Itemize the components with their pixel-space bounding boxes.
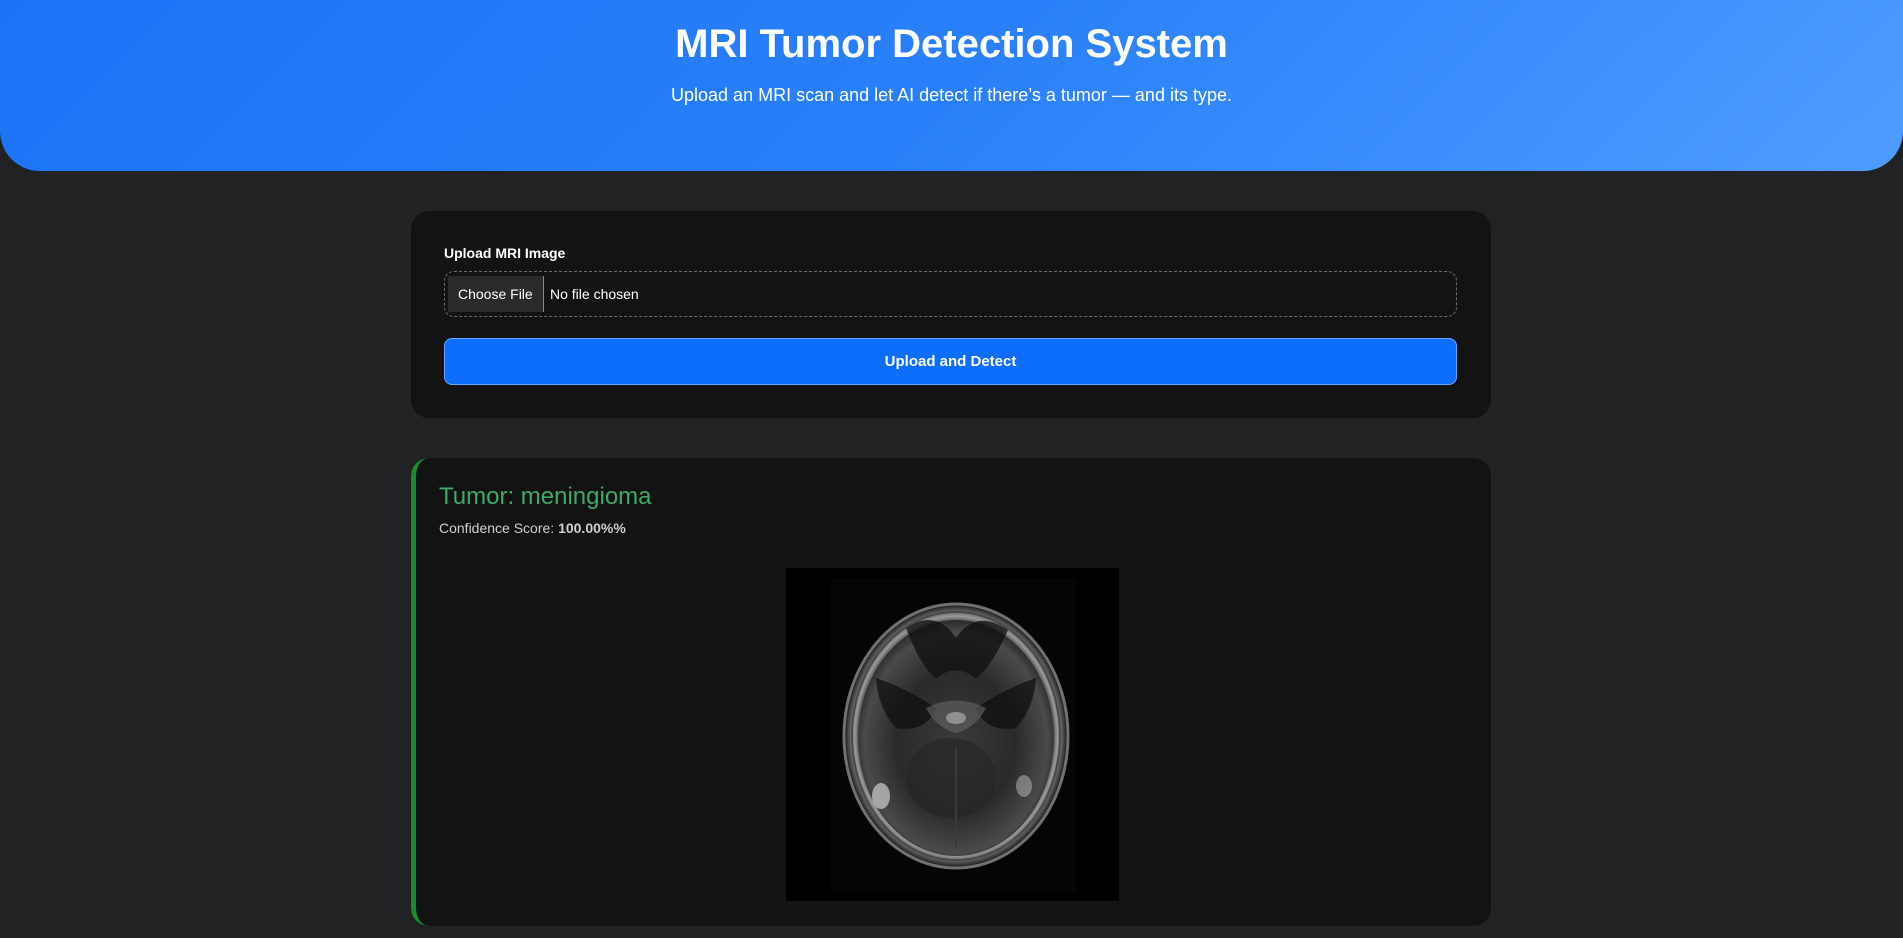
page-header: MRI Tumor Detection System Upload an MRI… [0, 0, 1903, 171]
file-input[interactable]: Choose File No file chosen [444, 271, 1457, 317]
choose-file-button[interactable]: Choose File [448, 276, 544, 312]
upload-and-detect-button[interactable]: Upload and Detect [444, 338, 1457, 385]
mri-brain-scan-image [786, 568, 1119, 901]
page-subtitle: Upload an MRI scan and let AI detect if … [671, 85, 1232, 105]
confidence-value: 100.00%% [558, 520, 626, 536]
confidence-score: Confidence Score: 100.00%% [439, 520, 626, 536]
upload-label: Upload MRI Image [444, 245, 566, 261]
page-title: MRI Tumor Detection System [675, 22, 1228, 66]
result-title: Tumor: meningioma [439, 483, 652, 510]
confidence-label: Confidence Score: [439, 520, 559, 536]
file-status-text: No file chosen [550, 286, 639, 302]
mri-image [786, 568, 1119, 901]
